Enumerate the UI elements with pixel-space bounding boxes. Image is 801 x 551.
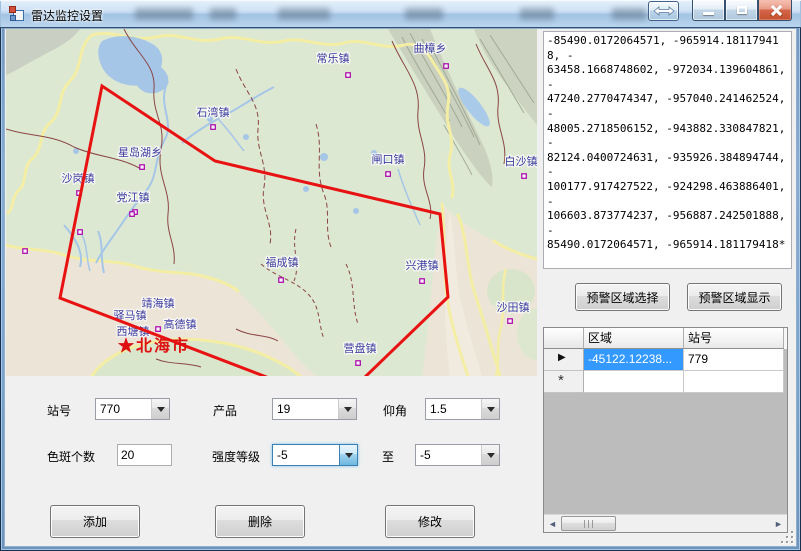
svg-text:兴港镇: 兴港镇: [406, 258, 439, 272]
scrollbar-track[interactable]: [561, 515, 770, 533]
add-button[interactable]: 添加: [50, 505, 140, 538]
elevation-combo[interactable]: 1.5: [425, 398, 500, 420]
station-label: 站号: [47, 402, 71, 419]
elevation-label: 仰角: [383, 402, 407, 419]
to-label: 至: [382, 448, 394, 465]
redacted-title-text: [135, 8, 193, 20]
svg-text:石湾镇: 石湾镇: [197, 105, 230, 119]
svg-text:营盘镇: 营盘镇: [344, 341, 377, 355]
cell-area[interactable]: -45122.12238...: [584, 349, 684, 371]
title-bar[interactable]: 雷达监控设置: [0, 0, 801, 28]
map-geography: 常乐镇 曲樟乡石湾镇星岛湖乡沙岗镇党江镇 闸口镇 白沙镇福成镇 兴港镇沙田镇营盘镇 靖海镇…: [6, 29, 537, 376]
intensity-combo[interactable]: -5: [272, 444, 358, 466]
region-grid[interactable]: 区域 站号 ▶ -45122.12238... 779 * ◄ ►: [543, 327, 788, 533]
cell-area-empty[interactable]: [584, 371, 684, 393]
client-area: 常乐镇 曲樟乡石湾镇星岛湖乡沙岗镇党江镇 闸口镇 白沙镇福成镇 兴港镇沙田镇营盘镇 靖海镇…: [4, 28, 797, 547]
minimize-icon: [703, 12, 714, 15]
redacted-title-text: [210, 8, 236, 20]
grid-horizontal-scrollbar[interactable]: ◄ ►: [544, 514, 787, 532]
minimize-button[interactable]: [692, 0, 725, 21]
svg-text:沙岗镇: 沙岗镇: [62, 171, 95, 185]
window-title: 雷达监控设置: [31, 7, 103, 24]
current-row-arrow-icon: ▶: [558, 352, 566, 363]
chevron-down-icon[interactable]: [338, 399, 356, 419]
delete-button[interactable]: 删除: [215, 505, 305, 538]
resize-grip[interactable]: [782, 532, 794, 544]
svg-text:闸口镇: 闸口镇: [372, 152, 405, 166]
cell-station[interactable]: 779: [684, 349, 784, 371]
spots-input[interactable]: [117, 444, 172, 466]
cell-station-empty[interactable]: [684, 371, 784, 393]
grid-corner-cell: [544, 328, 584, 349]
warning-area-select-button[interactable]: 预警区域选择: [575, 283, 670, 311]
svg-text:福成镇: 福成镇: [266, 255, 299, 269]
product-combo-value: 19: [273, 399, 338, 419]
to-combo[interactable]: -5: [415, 444, 500, 466]
redacted-title-text: [612, 8, 646, 20]
svg-text:高德镇: 高德镇: [164, 317, 197, 331]
grid-header: 区域 站号: [544, 328, 787, 349]
horizontal-arrows-icon: [653, 5, 675, 17]
maximize-button[interactable]: [725, 0, 758, 21]
column-header-area[interactable]: 区域: [584, 328, 684, 349]
close-button[interactable]: [758, 0, 792, 21]
svg-text:靖海镇: 靖海镇: [142, 296, 175, 310]
new-row-selector[interactable]: *: [544, 371, 584, 393]
map-image[interactable]: 常乐镇 曲樟乡石湾镇星岛湖乡沙岗镇党江镇 闸口镇 白沙镇福成镇 兴港镇沙田镇营盘镇 靖海镇…: [6, 29, 537, 376]
scrollbar-thumb[interactable]: [561, 516, 616, 531]
station-combo-value: 770: [96, 399, 151, 419]
column-header-station[interactable]: 站号: [684, 328, 784, 349]
svg-text:党江镇: 党江镇: [117, 190, 150, 204]
elevation-combo-value: 1.5: [426, 399, 481, 419]
to-combo-value: -5: [416, 445, 481, 465]
row-selector[interactable]: ▶: [544, 349, 584, 371]
product-label: 产品: [213, 402, 237, 419]
new-table-row[interactable]: *: [544, 371, 787, 393]
caption-buttons: [692, 0, 792, 21]
app-icon: [9, 6, 25, 22]
svg-text:沙田镇: 沙田镇: [497, 300, 530, 314]
svg-text:常乐镇: 常乐镇: [317, 51, 350, 65]
intensity-combo-value: -5: [273, 445, 339, 465]
new-row-star-icon: *: [558, 372, 564, 389]
scroll-right-icon[interactable]: ►: [770, 515, 787, 533]
product-combo[interactable]: 19: [272, 398, 357, 420]
maximize-icon: [737, 6, 747, 14]
chevron-down-icon[interactable]: [151, 399, 169, 419]
warning-area-display-button[interactable]: 预警区域显示: [687, 283, 782, 311]
intensity-label: 强度等级: [212, 448, 260, 465]
scroll-left-icon[interactable]: ◄: [544, 515, 561, 533]
close-icon: [770, 5, 781, 16]
station-combo[interactable]: 770: [95, 398, 170, 420]
svg-text:星岛湖乡: 星岛湖乡: [118, 145, 162, 159]
redacted-title-text: [405, 8, 443, 20]
table-row[interactable]: ▶ -45122.12238... 779: [544, 349, 787, 371]
coordinates-textbox[interactable]: -85490.0172064571, -965914.181179418, - …: [543, 31, 792, 269]
spots-label: 色斑个数: [47, 448, 95, 465]
svg-text:白沙镇: 白沙镇: [505, 154, 538, 168]
redacted-title-text: [520, 8, 554, 20]
horizontal-arrows-button[interactable]: [648, 1, 679, 21]
chevron-down-icon[interactable]: [481, 445, 499, 465]
chevron-down-icon[interactable]: [339, 445, 357, 465]
app-window: 雷达监控设置: [0, 0, 801, 551]
city-label: ★北海市: [118, 336, 190, 355]
svg-text:曲樟乡: 曲樟乡: [414, 41, 447, 55]
modify-button[interactable]: 修改: [385, 505, 475, 538]
chevron-down-icon[interactable]: [481, 399, 499, 419]
redacted-title-text: [278, 8, 330, 20]
